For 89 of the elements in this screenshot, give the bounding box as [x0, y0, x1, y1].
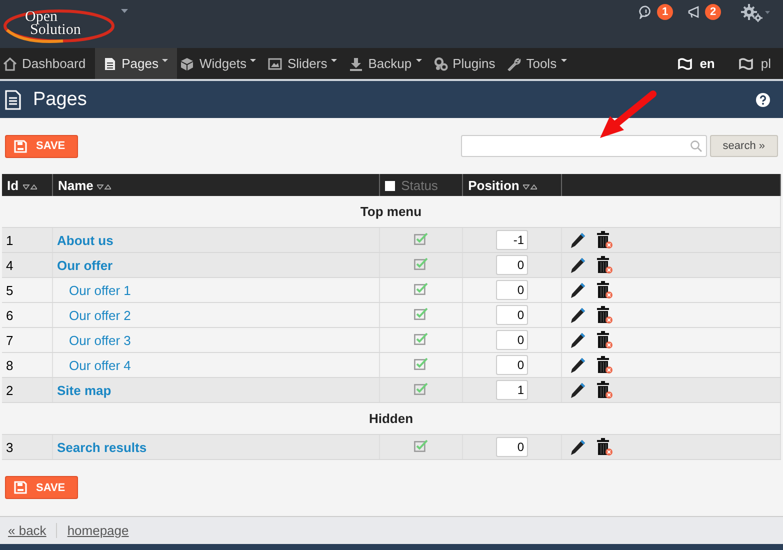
edit-icon[interactable]: [570, 256, 586, 274]
table-cell: 5: [6, 282, 14, 298]
position-field[interactable]: 0: [496, 330, 528, 350]
checked-icon[interactable]: [414, 282, 428, 295]
table-cell: 1: [6, 232, 14, 248]
table-cell: 4: [6, 258, 14, 272]
column-label: Position: [468, 178, 520, 192]
delete-icon[interactable]: [596, 306, 614, 324]
nav-item[interactable]: Pages: [94, 48, 178, 79]
edit-icon[interactable]: [570, 438, 586, 456]
edit-icon[interactable]: [570, 356, 586, 374]
delete-icon[interactable]: [596, 256, 614, 274]
sort-icon[interactable]: [523, 184, 538, 190]
page-link[interactable]: Our offer 3: [57, 332, 131, 348]
cube-icon: [180, 56, 194, 70]
sort-icon[interactable]: [22, 184, 37, 190]
position-field[interactable]: 1: [496, 380, 528, 400]
logo-text: Open: [25, 11, 58, 24]
edit-icon[interactable]: [570, 382, 586, 398]
nav-item[interactable]: Backup: [346, 48, 431, 79]
position-field[interactable]: 0: [496, 355, 528, 375]
table-cell: 7: [6, 332, 14, 348]
checked-icon[interactable]: [414, 332, 428, 345]
checked-icon[interactable]: [414, 257, 428, 270]
wrench-icon: [507, 56, 522, 70]
delete-icon[interactable]: [596, 438, 614, 456]
table-cell: 6: [6, 308, 14, 322]
flag-icon: [738, 58, 753, 70]
home-icon: [3, 56, 17, 70]
page-title: Pages: [33, 88, 87, 110]
page-link[interactable]: Our offer 2: [57, 308, 131, 322]
edit-icon[interactable]: [570, 282, 586, 298]
document-icon: [102, 56, 117, 70]
gears-icon: [434, 56, 448, 70]
nav-item[interactable]: Dashboard: [0, 48, 95, 79]
delete-icon[interactable]: [596, 356, 614, 374]
delete-icon[interactable]: [596, 381, 614, 399]
edit-icon[interactable]: [570, 332, 586, 348]
group-heading: Hidden: [368, 411, 414, 426]
search-button[interactable]: search »: [710, 135, 778, 157]
position-field[interactable]: 0: [496, 280, 528, 300]
column-label: Status: [401, 178, 438, 192]
download-icon: [349, 56, 364, 70]
checked-icon[interactable]: [414, 382, 428, 395]
image-icon: [268, 56, 282, 70]
edit-icon[interactable]: [570, 306, 586, 324]
group-heading: Top menu: [360, 204, 422, 219]
checked-icon[interactable]: [414, 232, 428, 245]
language-link[interactable]: en: [666, 48, 727, 79]
checkbox[interactable]: [385, 180, 396, 190]
sort-icon[interactable]: [97, 184, 112, 190]
caret-icon[interactable]: [121, 9, 128, 13]
position-field[interactable]: -1: [496, 230, 528, 250]
position-field[interactable]: 0: [496, 437, 528, 457]
logo-text: Solution: [30, 24, 81, 37]
count-badge: 2: [705, 4, 721, 20]
footer-link[interactable]: homepage: [67, 523, 129, 538]
nav-item[interactable]: Widgets: [177, 48, 266, 79]
settings-icon[interactable]: [741, 4, 771, 22]
footer-link[interactable]: « back: [8, 523, 46, 538]
checked-icon[interactable]: [414, 357, 428, 370]
checked-icon[interactable]: [414, 439, 428, 452]
help-icon[interactable]: [756, 92, 770, 106]
table-cell: 3: [6, 440, 14, 454]
nav-item[interactable]: Plugins: [430, 48, 504, 79]
column-label: Id: [7, 178, 19, 192]
table-cell: 2: [6, 382, 14, 398]
count-badge: 1: [657, 4, 673, 20]
logo[interactable]: Open Solution: [3, 2, 115, 46]
search-icon: [690, 140, 702, 152]
delete-icon[interactable]: [596, 231, 614, 249]
speech-bubble-icon: [639, 5, 653, 19]
nav-item[interactable]: Sliders: [265, 48, 346, 79]
table-cell: 8: [6, 358, 14, 372]
page-link[interactable]: Our offer 4: [57, 358, 131, 372]
checked-icon[interactable]: [414, 307, 428, 320]
language-link[interactable]: pl: [726, 48, 783, 79]
search-field[interactable]: [460, 135, 707, 157]
position-field[interactable]: 0: [496, 255, 528, 275]
edit-icon[interactable]: [570, 232, 586, 248]
document-icon: [5, 90, 21, 110]
column-label: Name: [58, 178, 94, 192]
delete-icon[interactable]: [596, 281, 614, 299]
position-field[interactable]: 0: [496, 305, 528, 325]
flag-icon: [678, 58, 692, 70]
delete-icon[interactable]: [596, 331, 614, 349]
nav-item[interactable]: Tools: [504, 48, 576, 79]
megaphone-icon: [687, 5, 701, 19]
page-link[interactable]: Our offer 1: [57, 282, 131, 298]
